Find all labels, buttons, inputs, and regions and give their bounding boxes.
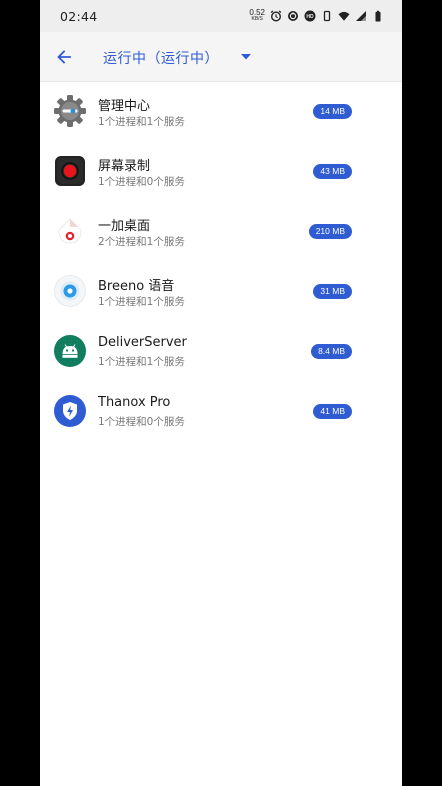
app-name: Thanox Pro: [98, 395, 171, 410]
page-title: 运行中（运行中）: [103, 51, 219, 67]
memory-badge: 41 MB: [313, 404, 352, 419]
battery-icon: [375, 10, 381, 22]
toolbar: 运行中（运行中）: [40, 32, 402, 82]
app-name: Breeno 语音: [98, 279, 175, 294]
memory-badge: 210 MB: [308, 224, 352, 239]
screen: 02:44 0.52 KB/S HD 运行中（运行中） 管理中心 1个进程和1个…: [40, 0, 402, 786]
memory-badge: 43 MB: [313, 164, 352, 179]
app-name: 屏幕录制: [98, 159, 151, 174]
app-row-launcher[interactable]: 一加桌面 2个进程和1个服务 210 MB: [40, 202, 402, 262]
app-process-info: 1个进程和1个服务: [98, 296, 185, 308]
dropdown-arrow-icon: [241, 54, 251, 60]
app-name: 管理中心: [98, 99, 151, 114]
app-process-info: 1个进程和1个服务: [98, 116, 185, 128]
net-speed: 0.52 KB/S: [249, 9, 265, 23]
status-icons: 0.52 KB/S HD: [249, 0, 384, 32]
memory-badge: 31 MB: [313, 284, 352, 299]
signal-icon: [356, 11, 366, 21]
memory-badge: 8.4 MB: [311, 344, 352, 359]
running-app-list: 管理中心 1个进程和1个服务 14 MB 屏幕录制 1个进程和0个服务 43 M…: [40, 82, 402, 442]
memory-badge: 14 MB: [313, 104, 352, 119]
settings-gear-icon: [54, 95, 86, 127]
thanox-shield-icon: [54, 395, 86, 427]
launcher-icon: [58, 218, 82, 244]
wifi-icon: [338, 11, 350, 21]
hd-icon: HD: [304, 10, 316, 22]
alarm-icon: [270, 10, 282, 22]
app-row-thanox-pro[interactable]: Thanox Pro 1个进程和0个服务 41 MB: [40, 382, 402, 442]
app-row-deliverserver[interactable]: DeliverServer 1个进程和1个服务 8.4 MB: [40, 322, 402, 382]
arrow-back-icon: [57, 50, 71, 64]
net-speed-unit: KB/S: [251, 16, 263, 22]
breeno-voice-icon: [54, 275, 86, 307]
filter-dropdown[interactable]: [238, 49, 254, 65]
screen-record-icon: [55, 156, 85, 186]
status-time: 02:44: [60, 8, 98, 24]
app-process-info: 1个进程和0个服务: [98, 416, 185, 428]
sync-icon: [288, 11, 298, 21]
app-row-breeno[interactable]: Breeno 语音 1个进程和1个服务 31 MB: [40, 262, 402, 322]
app-process-info: 2个进程和1个服务: [98, 236, 185, 248]
app-name: DeliverServer: [98, 335, 187, 350]
android-robot-icon: [54, 335, 86, 367]
app-process-info: 1个进程和1个服务: [98, 356, 185, 368]
app-row-screen-record[interactable]: 屏幕录制 1个进程和0个服务 43 MB: [40, 142, 402, 202]
svg-text:HD: HD: [306, 14, 314, 20]
app-process-info: 1个进程和0个服务: [98, 176, 185, 188]
back-button[interactable]: [52, 45, 76, 69]
status-bar: 02:44 0.52 KB/S HD: [40, 0, 402, 32]
vibrate-icon: [323, 10, 331, 22]
app-name: 一加桌面: [98, 219, 151, 234]
net-speed-value: 0.52: [249, 8, 265, 17]
app-row-management-center[interactable]: 管理中心 1个进程和1个服务 14 MB: [40, 82, 402, 142]
